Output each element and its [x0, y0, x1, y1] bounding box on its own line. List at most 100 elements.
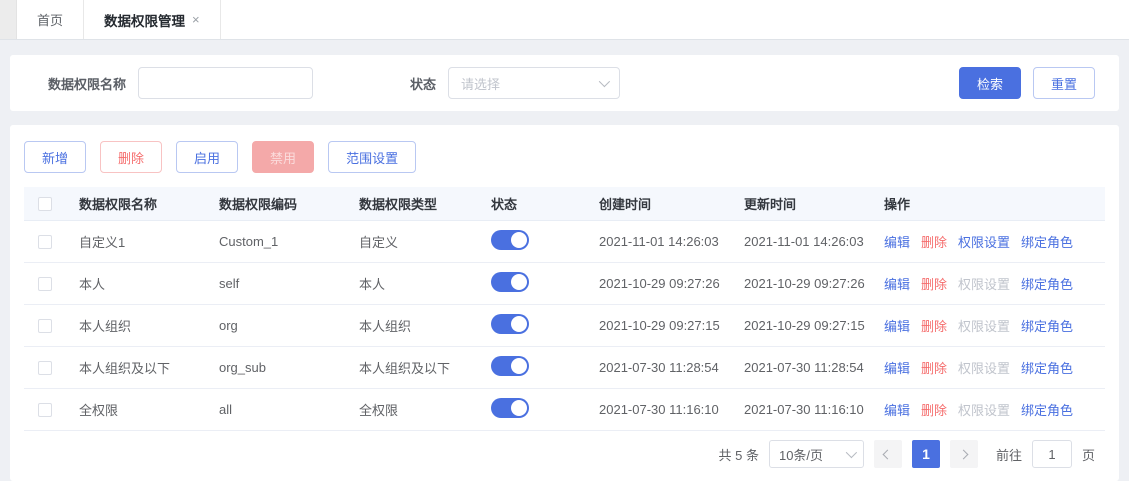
next-page-button[interactable] — [950, 440, 978, 468]
bind-role-link[interactable]: 绑定角色 — [1021, 274, 1073, 293]
bind-role-link[interactable]: 绑定角色 — [1021, 400, 1073, 419]
cell-created: 2021-07-30 11:16:10 — [585, 402, 730, 417]
chevron-down-icon — [846, 447, 857, 458]
status-filter-select[interactable]: 请选择 — [448, 67, 620, 99]
add-button[interactable]: 新增 — [24, 141, 86, 173]
chevron-left-icon — [883, 449, 893, 459]
delete-link[interactable]: 删除 — [921, 316, 947, 335]
cell-type: 自定义 — [345, 232, 477, 251]
goto-label: 前往 — [996, 445, 1022, 464]
table-row: 本人组织及以下 org_sub 本人组织及以下 2021-07-30 11:28… — [24, 347, 1105, 389]
page-size-select[interactable]: 10条/页 — [769, 440, 864, 468]
tab-home-label: 首页 — [37, 10, 63, 29]
edit-link[interactable]: 编辑 — [884, 316, 910, 335]
switch-knob — [511, 358, 527, 374]
header-updated: 更新时间 — [730, 194, 870, 213]
cell-updated: 2021-10-29 09:27:15 — [730, 318, 870, 333]
disable-button: 禁用 — [252, 141, 314, 173]
table-header-row: 数据权限名称 数据权限编码 数据权限类型 状态 创建时间 更新时间 操作 — [24, 187, 1105, 221]
table-row: 本人 self 本人 2021-10-29 09:27:26 2021-10-2… — [24, 263, 1105, 305]
permission-settings-link[interactable]: 权限设置 — [958, 232, 1010, 251]
pagination: 共 5 条 10条/页 1 前往 页 — [10, 431, 1119, 468]
status-toggle[interactable] — [491, 356, 529, 376]
switch-knob — [511, 316, 527, 332]
cell-name: 本人组织及以下 — [65, 358, 205, 377]
cell-type: 本人 — [345, 274, 477, 293]
main-panel: 新增 删除 启用 禁用 范围设置 数据权限名称 数据权限编码 数据权限类型 状态… — [10, 125, 1119, 481]
prev-page-button[interactable] — [874, 440, 902, 468]
row-checkbox[interactable] — [38, 319, 52, 333]
data-permission-table: 数据权限名称 数据权限编码 数据权限类型 状态 创建时间 更新时间 操作 自定义… — [24, 187, 1105, 431]
delete-link[interactable]: 删除 — [921, 400, 947, 419]
tab-data-permission-label: 数据权限管理 — [104, 10, 185, 30]
status-toggle[interactable] — [491, 314, 529, 334]
permission-settings-link[interactable]: 权限设置 — [958, 400, 1010, 419]
permission-settings-link[interactable]: 权限设置 — [958, 316, 1010, 335]
page-suffix-label: 页 — [1082, 445, 1095, 464]
cell-name: 本人组织 — [65, 316, 205, 335]
row-checkbox[interactable] — [38, 403, 52, 417]
status-toggle[interactable] — [491, 230, 529, 250]
header-name: 数据权限名称 — [65, 194, 205, 213]
cell-created: 2021-11-01 14:26:03 — [585, 234, 730, 249]
cell-type: 本人组织 — [345, 316, 477, 335]
toolbar: 新增 删除 启用 禁用 范围设置 — [10, 125, 1119, 187]
permission-settings-link[interactable]: 权限设置 — [958, 358, 1010, 377]
table-row: 全权限 all 全权限 2021-07-30 11:16:10 2021-07-… — [24, 389, 1105, 431]
tab-bar: 首页 数据权限管理 × — [0, 0, 1129, 40]
permission-settings-link[interactable]: 权限设置 — [958, 274, 1010, 293]
reset-button[interactable]: 重置 — [1033, 67, 1095, 99]
bind-role-link[interactable]: 绑定角色 — [1021, 232, 1073, 251]
header-type: 数据权限类型 — [345, 194, 477, 213]
delete-link[interactable]: 删除 — [921, 232, 947, 251]
delete-button[interactable]: 删除 — [100, 141, 162, 173]
row-checkbox[interactable] — [38, 277, 52, 291]
name-filter-label: 数据权限名称 — [48, 74, 126, 93]
cell-type: 全权限 — [345, 400, 477, 419]
cell-updated: 2021-10-29 09:27:26 — [730, 276, 870, 291]
search-button[interactable]: 检索 — [959, 67, 1021, 99]
row-checkbox[interactable] — [38, 361, 52, 375]
page-number-button[interactable]: 1 — [912, 440, 940, 468]
select-all-checkbox[interactable] — [38, 197, 52, 211]
status-toggle[interactable] — [491, 272, 529, 292]
cell-name: 全权限 — [65, 400, 205, 419]
scope-settings-button[interactable]: 范围设置 — [328, 141, 416, 173]
chevron-down-icon — [599, 76, 610, 87]
close-icon[interactable]: × — [192, 12, 200, 27]
name-filter-input[interactable] — [138, 67, 313, 99]
header-created: 创建时间 — [585, 194, 730, 213]
chevron-right-icon — [959, 449, 969, 459]
edit-link[interactable]: 编辑 — [884, 232, 910, 251]
page-size-value: 10条/页 — [779, 445, 823, 464]
row-checkbox[interactable] — [38, 235, 52, 249]
delete-link[interactable]: 删除 — [921, 274, 947, 293]
cell-name: 自定义1 — [65, 232, 205, 251]
table-row: 本人组织 org 本人组织 2021-10-29 09:27:15 2021-1… — [24, 305, 1105, 347]
header-code: 数据权限编码 — [205, 194, 345, 213]
bind-role-link[interactable]: 绑定角色 — [1021, 316, 1073, 335]
status-toggle[interactable] — [491, 398, 529, 418]
delete-link[interactable]: 删除 — [921, 358, 947, 377]
tab-data-permission[interactable]: 数据权限管理 × — [84, 0, 221, 39]
edit-link[interactable]: 编辑 — [884, 400, 910, 419]
switch-knob — [511, 400, 527, 416]
tab-home[interactable]: 首页 — [17, 0, 84, 39]
edit-link[interactable]: 编辑 — [884, 358, 910, 377]
cell-created: 2021-10-29 09:27:15 — [585, 318, 730, 333]
select-placeholder: 请选择 — [461, 74, 500, 93]
cell-created: 2021-07-30 11:28:54 — [585, 360, 730, 375]
header-op: 操作 — [870, 194, 1105, 213]
cell-name: 本人 — [65, 274, 205, 293]
goto-page-input[interactable] — [1032, 440, 1072, 468]
cell-code: all — [205, 402, 345, 417]
bind-role-link[interactable]: 绑定角色 — [1021, 358, 1073, 377]
switch-knob — [511, 232, 527, 248]
enable-button[interactable]: 启用 — [176, 141, 238, 173]
table-row: 自定义1 Custom_1 自定义 2021-11-01 14:26:03 20… — [24, 221, 1105, 263]
cell-updated: 2021-11-01 14:26:03 — [730, 234, 870, 249]
cell-created: 2021-10-29 09:27:26 — [585, 276, 730, 291]
edit-link[interactable]: 编辑 — [884, 274, 910, 293]
cell-code: org — [205, 318, 345, 333]
cell-type: 本人组织及以下 — [345, 358, 477, 377]
